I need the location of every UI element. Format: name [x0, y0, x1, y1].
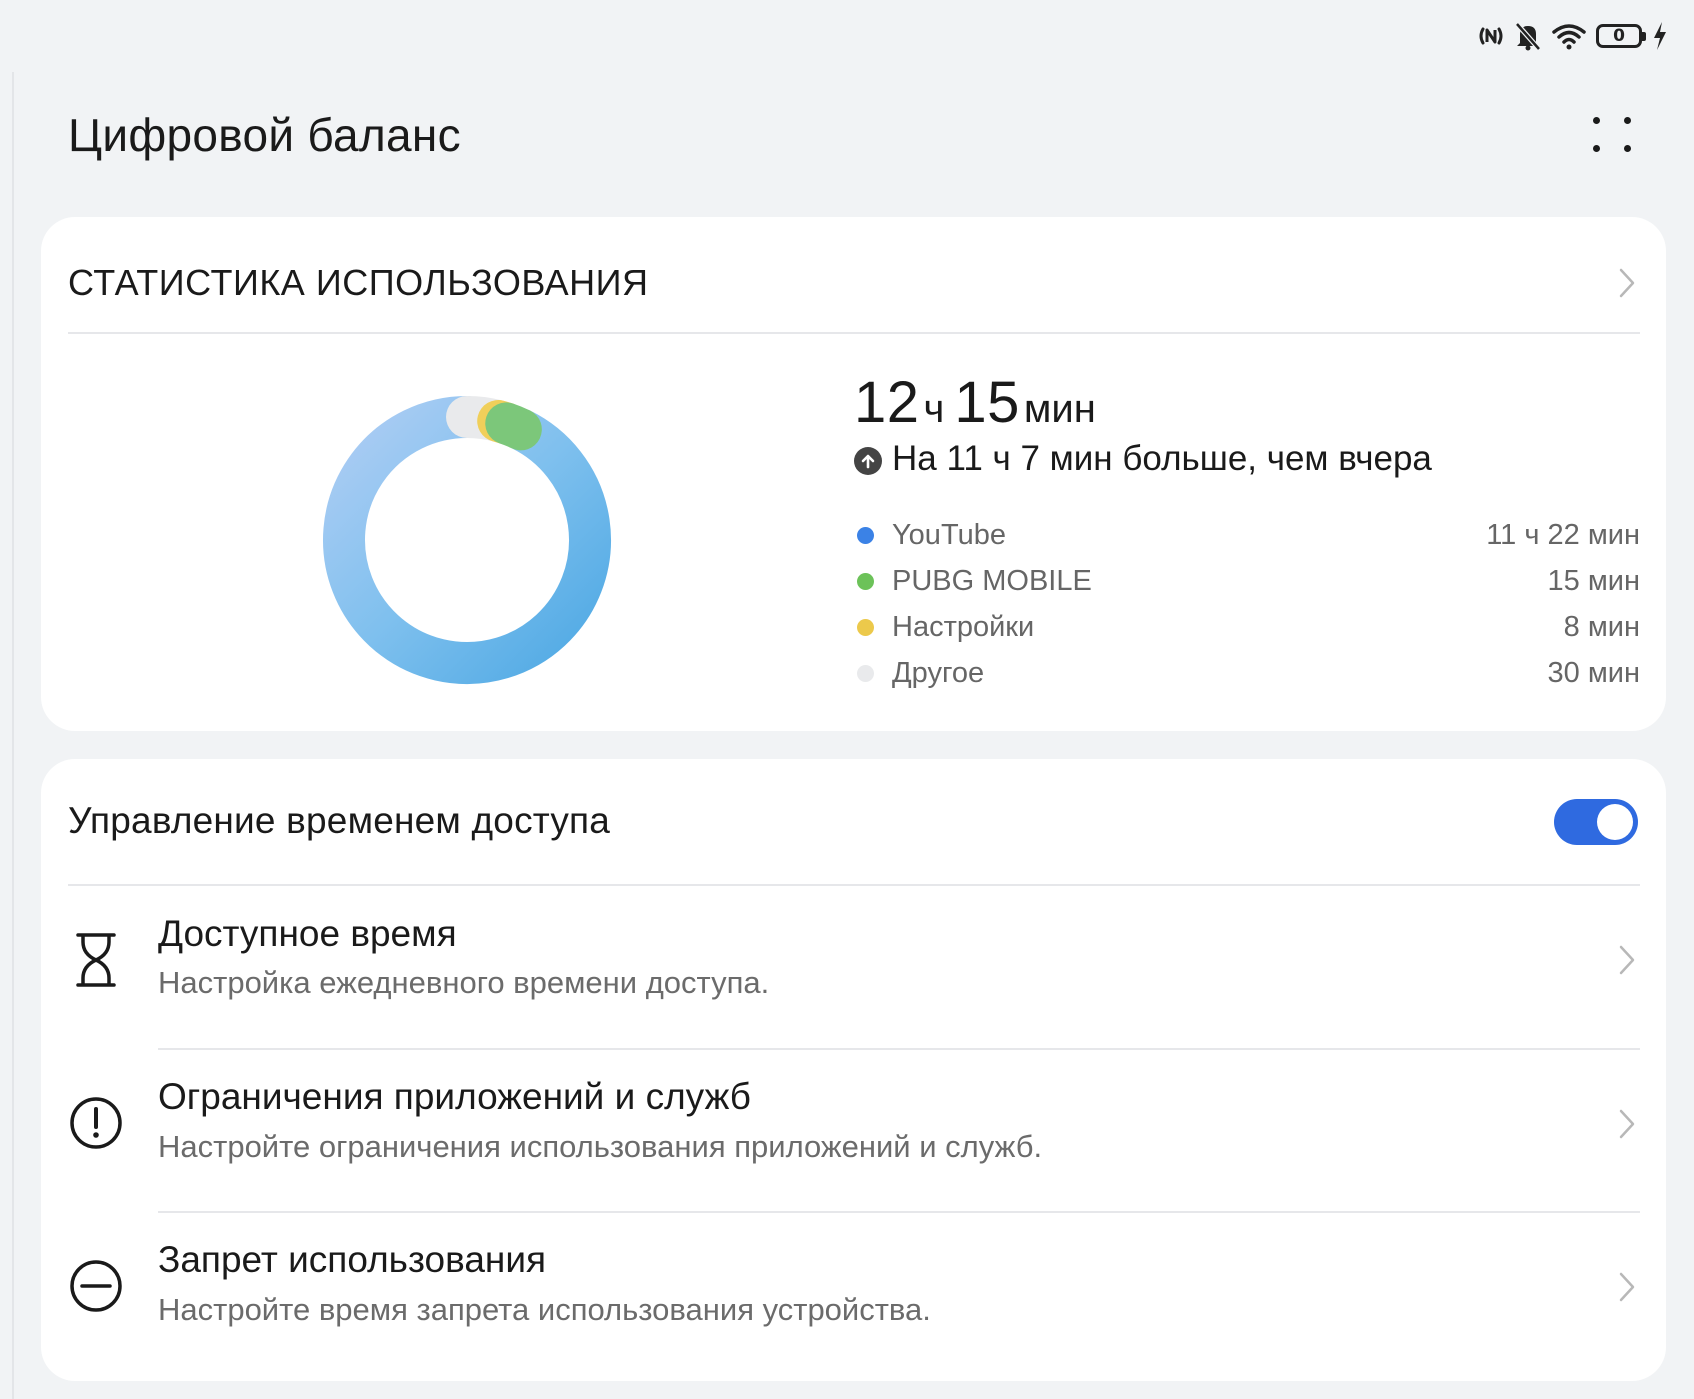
usage-legend: YouTube 11 ч 22 мин PUBG MOBILE 15 мин Н…: [854, 512, 1640, 696]
access-time-control-row: Управление временем доступа: [68, 787, 1640, 855]
available-time-subtitle: Настройка ежедневного времени доступа.: [158, 965, 770, 1000]
legend-item: Настройки 8 мин: [854, 604, 1640, 650]
legend-item: PUBG MOBILE 15 мин: [854, 558, 1640, 604]
app-service-limits-subtitle: Настройте ограничения использования прил…: [158, 1129, 1043, 1164]
usage-ban-subtitle: Настройте время запрета использования ус…: [158, 1292, 931, 1327]
legend-dot: [857, 526, 874, 544]
usage-donut-chart: [323, 396, 611, 684]
legend-value: 8 мин: [1563, 610, 1640, 643]
arrow-up-circle-icon: [854, 447, 882, 475]
legend-value: 15 мин: [1547, 564, 1640, 597]
usage-stats-card: СТАТИСТИКА ИСПОЛЬЗОВАНИЯ 12 ч 15 мин На 11 …: [41, 217, 1666, 731]
battery-level: 0: [1613, 26, 1625, 46]
nfc-icon: [1478, 21, 1504, 51]
app-service-limits-item[interactable]: Ограничения приложений и служб Настройте…: [68, 1049, 1640, 1199]
access-control-card: Управление временем доступа Доступное вр…: [41, 759, 1666, 1381]
alert-circle-icon: [68, 1095, 124, 1151]
legend-value: 30 мин: [1547, 656, 1640, 689]
legend-dot: [857, 618, 874, 636]
hourglass-icon: [68, 932, 124, 988]
legend-item: YouTube 11 ч 22 мин: [854, 512, 1640, 558]
charging-bolt-icon: [1652, 21, 1668, 51]
battery-icon: 0: [1596, 24, 1646, 48]
status-bar: 0: [1478, 18, 1668, 54]
available-time-title: Доступное время: [158, 913, 457, 954]
hours-unit: ч: [923, 387, 945, 431]
bell-off-icon: [1514, 21, 1542, 51]
more-dots-icon: [1593, 117, 1600, 124]
usage-ban-item[interactable]: Запрет использования Настройте время зап…: [68, 1212, 1640, 1362]
available-time-item[interactable]: Доступное время Настройка ежедневного вр…: [68, 885, 1640, 1035]
chevron-right-icon: [1614, 1269, 1640, 1305]
page-title: Цифровой баланс: [68, 109, 461, 161]
legend-value: 11 ч 22 мин: [1486, 518, 1640, 551]
minutes-unit: мин: [1023, 387, 1096, 431]
access-time-control-label: Управление временем доступа: [68, 800, 611, 841]
total-hours: 12: [854, 370, 920, 435]
chevron-right-icon: [1614, 1106, 1640, 1142]
legend-name: Другое: [892, 656, 985, 689]
legend-name: YouTube: [892, 518, 1006, 551]
toggle-knob: [1597, 804, 1633, 840]
wifi-icon: [1552, 22, 1586, 50]
legend-dot: [857, 664, 874, 682]
usage-stats-header[interactable]: СТАТИСТИКА ИСПОЛЬЗОВАНИЯ: [68, 253, 1640, 313]
total-usage-time: 12 ч 15 мин: [854, 369, 1106, 436]
usage-ban-title: Запрет использования: [158, 1239, 547, 1280]
donut-slice-youtube: [323, 396, 611, 684]
legend-name: Настройки: [892, 610, 1035, 643]
access-time-control-toggle[interactable]: [1554, 799, 1638, 845]
comparison-text: На 11 ч 7 мин больше, чем вчера: [892, 439, 1432, 478]
donut-slice-pubg-mobile: [485, 402, 542, 451]
more-options-button[interactable]: [1590, 114, 1634, 158]
usage-stats-title: СТАТИСТИКА ИСПОЛЬЗОВАНИЯ: [68, 262, 649, 303]
chevron-right-icon: [1614, 265, 1640, 301]
legend-item: Другое 30 мин: [854, 650, 1640, 696]
left-pane-divider: [12, 72, 14, 1399]
no-entry-icon: [68, 1258, 124, 1314]
legend-dot: [857, 572, 874, 590]
legend-name: PUBG MOBILE: [892, 564, 1092, 597]
total-minutes: 15: [954, 370, 1020, 435]
divider: [68, 332, 1640, 334]
app-service-limits-title: Ограничения приложений и служб: [158, 1076, 751, 1117]
usage-comparison: На 11 ч 7 мин больше, чем вчера: [854, 439, 1432, 479]
chevron-right-icon: [1614, 942, 1640, 978]
